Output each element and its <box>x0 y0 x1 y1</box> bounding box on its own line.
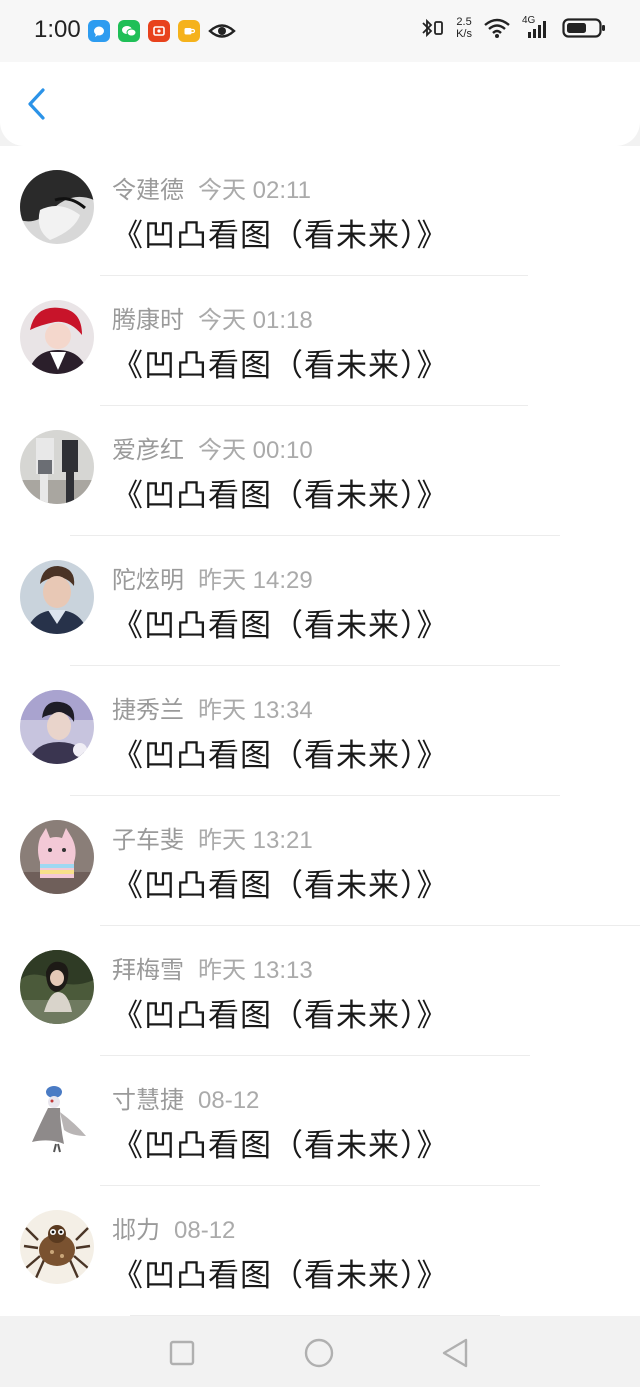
sender-name: 子车斐 <box>112 826 184 854</box>
message-content: 《凹凸看图（看未来）》 <box>112 738 449 774</box>
message-header: 子车斐 昨天 13:21 <box>112 820 313 855</box>
message-row[interactable]: 邶力 08-12 《凹凸看图（看未来）》 <box>0 1186 640 1316</box>
avatar[interactable] <box>20 820 94 894</box>
signal-bars-icon <box>528 21 546 38</box>
message-header: 寸慧捷 08-12 <box>112 1080 259 1115</box>
message-header: 陀炫明 昨天 14:29 <box>112 560 313 595</box>
message-time: 昨天 14:29 <box>198 567 313 594</box>
message-content: 《凹凸看图（看未来）》 <box>112 218 449 254</box>
avatar[interactable] <box>20 1080 94 1154</box>
message-time: 昨天 13:13 <box>198 957 313 984</box>
chevron-left-icon <box>28 88 45 120</box>
bluetooth-vibrate-icon <box>422 18 443 38</box>
network-speed-value: 2.5 <box>456 16 472 28</box>
message-header: 拜梅雪 昨天 13:13 <box>112 950 313 985</box>
message-time: 08-12 <box>198 1087 260 1114</box>
message-time: 昨天 13:34 <box>198 697 313 724</box>
message-content: 《凹凸看图（看未来）》 <box>112 608 449 644</box>
status-app-icons <box>88 20 236 42</box>
sender-name: 捷秀兰 <box>112 696 184 724</box>
message-list: 令建德 今天 02:11 《凹凸看图（看未来）》 腾康时 今天 01:18 《凹凸看… <box>0 146 640 1316</box>
message-content: 《凹凸看图（看未来）》 <box>112 998 449 1034</box>
avatar[interactable] <box>20 1210 94 1284</box>
network-speed-unit: K/s <box>456 28 472 40</box>
eye-icon <box>208 24 236 38</box>
message-header: 捷秀兰 昨天 13:34 <box>112 690 313 725</box>
shopping-app-icon <box>148 20 170 42</box>
system-nav-bar <box>0 1316 640 1387</box>
message-header: 爱彦红 今天 00:10 <box>112 430 313 465</box>
recent-apps-button[interactable] <box>165 1336 199 1370</box>
message-time: 08-12 <box>174 1217 236 1244</box>
message-time: 今天 02:11 <box>198 177 311 204</box>
avatar[interactable] <box>20 300 94 374</box>
message-row[interactable]: 腾康时 今天 01:18 《凹凸看图（看未来）》 <box>0 276 640 406</box>
sender-name: 邶力 <box>112 1216 160 1244</box>
message-content: 《凹凸看图（看未来）》 <box>112 478 449 514</box>
message-content: 《凹凸看图（看未来）》 <box>112 348 449 384</box>
sender-name: 陀炫明 <box>112 566 184 594</box>
back-triangle-icon <box>442 1338 468 1368</box>
back-button[interactable] <box>18 84 54 124</box>
message-content: 《凹凸看图（看未来）》 <box>112 1128 449 1164</box>
message-content: 《凹凸看图（看未来）》 <box>112 1258 449 1294</box>
qq-icon <box>88 20 110 42</box>
message-time: 昨天 13:21 <box>198 827 313 854</box>
status-indicators: 2.5 K/s 4G <box>420 15 606 40</box>
header <box>0 62 640 146</box>
avatar[interactable] <box>20 170 94 244</box>
message-content: 《凹凸看图（看未来）》 <box>112 868 449 904</box>
avatar[interactable] <box>20 560 94 634</box>
status-bar: 1:00 2.5 K/s 4G <box>0 0 640 62</box>
message-header: 腾康时 今天 01:18 <box>112 300 313 335</box>
message-row[interactable]: 子车斐 昨天 13:21 《凹凸看图（看未来）》 <box>0 796 640 926</box>
message-row[interactable]: 陀炫明 昨天 14:29 《凹凸看图（看未来）》 <box>0 536 640 666</box>
message-header: 邶力 08-12 <box>112 1210 235 1245</box>
home-button[interactable] <box>302 1336 336 1370</box>
message-row[interactable]: 令建德 今天 02:11 《凹凸看图（看未来）》 <box>0 146 640 276</box>
sender-name: 令建德 <box>112 176 184 204</box>
network-speed: 2.5 K/s <box>456 16 472 40</box>
wechat-icon <box>118 20 140 42</box>
avatar[interactable] <box>20 950 94 1024</box>
home-icon <box>304 1338 334 1368</box>
avatar[interactable] <box>20 430 94 504</box>
system-back-button[interactable] <box>438 1336 472 1370</box>
cellular-signal: 4G <box>522 15 552 39</box>
status-time: 1:00 <box>34 16 81 43</box>
sender-name: 寸慧捷 <box>112 1086 184 1114</box>
message-row[interactable]: 寸慧捷 08-12 《凹凸看图（看未来）》 <box>0 1056 640 1186</box>
message-time: 今天 01:18 <box>198 307 313 334</box>
message-header: 令建德 今天 02:11 <box>112 170 311 205</box>
battery-icon <box>562 18 605 38</box>
message-row[interactable]: 爱彦红 今天 00:10 《凹凸看图（看未来）》 <box>0 406 640 536</box>
sender-name: 拜梅雪 <box>112 956 184 984</box>
message-time: 今天 00:10 <box>198 437 313 464</box>
coffee-app-icon <box>178 20 200 42</box>
message-row[interactable]: 拜梅雪 昨天 13:13 《凹凸看图（看未来）》 <box>0 926 640 1056</box>
recent-apps-icon <box>169 1340 195 1366</box>
avatar[interactable] <box>20 690 94 764</box>
message-row[interactable]: 捷秀兰 昨天 13:34 《凹凸看图（看未来）》 <box>0 666 640 796</box>
sender-name: 腾康时 <box>112 306 184 334</box>
wifi-icon <box>484 18 510 38</box>
sender-name: 爱彦红 <box>112 436 184 464</box>
